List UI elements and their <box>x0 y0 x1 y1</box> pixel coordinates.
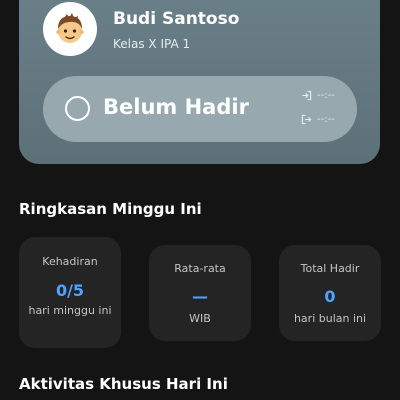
stat-sub: WIB <box>189 312 211 325</box>
total-attendance-stat-card[interactable]: Total Hadir 0 hari bulan ini <box>279 245 381 341</box>
check-in-time-row: --:-- <box>301 90 335 101</box>
stat-value: 0/5 <box>55 281 85 300</box>
average-stat-card[interactable]: Rata-rata — WIB <box>149 245 251 341</box>
attendance-stat-card[interactable]: Kehadiran 0/5 hari minggu ini <box>19 237 121 348</box>
check-in-time: --:-- <box>317 90 335 101</box>
stat-value: 0 <box>324 287 336 306</box>
stat-value: — <box>192 287 208 306</box>
stat-label: Kehadiran <box>42 255 98 268</box>
weekly-summary-title: Ringkasan Minggu Ini <box>19 200 202 218</box>
check-out-time: --:-- <box>317 114 335 125</box>
status-circle-icon <box>65 96 90 121</box>
student-class: Kelas X IPA 1 <box>113 37 191 51</box>
special-activities-title: Aktivitas Khusus Hari Ini <box>19 375 228 393</box>
stat-label: Total Hadir <box>300 262 360 275</box>
stat-sub: hari bulan ini <box>293 312 367 325</box>
boy-face-icon <box>56 13 84 43</box>
check-out-time-row: --:-- <box>301 114 335 125</box>
stat-sub: hari minggu ini <box>28 304 112 317</box>
stat-label: Rata-rata <box>174 262 226 275</box>
logout-icon <box>301 114 312 125</box>
attendance-status-text: Belum Hadir <box>103 95 249 119</box>
student-name: Budi Santoso <box>113 9 240 29</box>
login-icon <box>302 90 312 101</box>
avatar[interactable] <box>43 2 97 56</box>
